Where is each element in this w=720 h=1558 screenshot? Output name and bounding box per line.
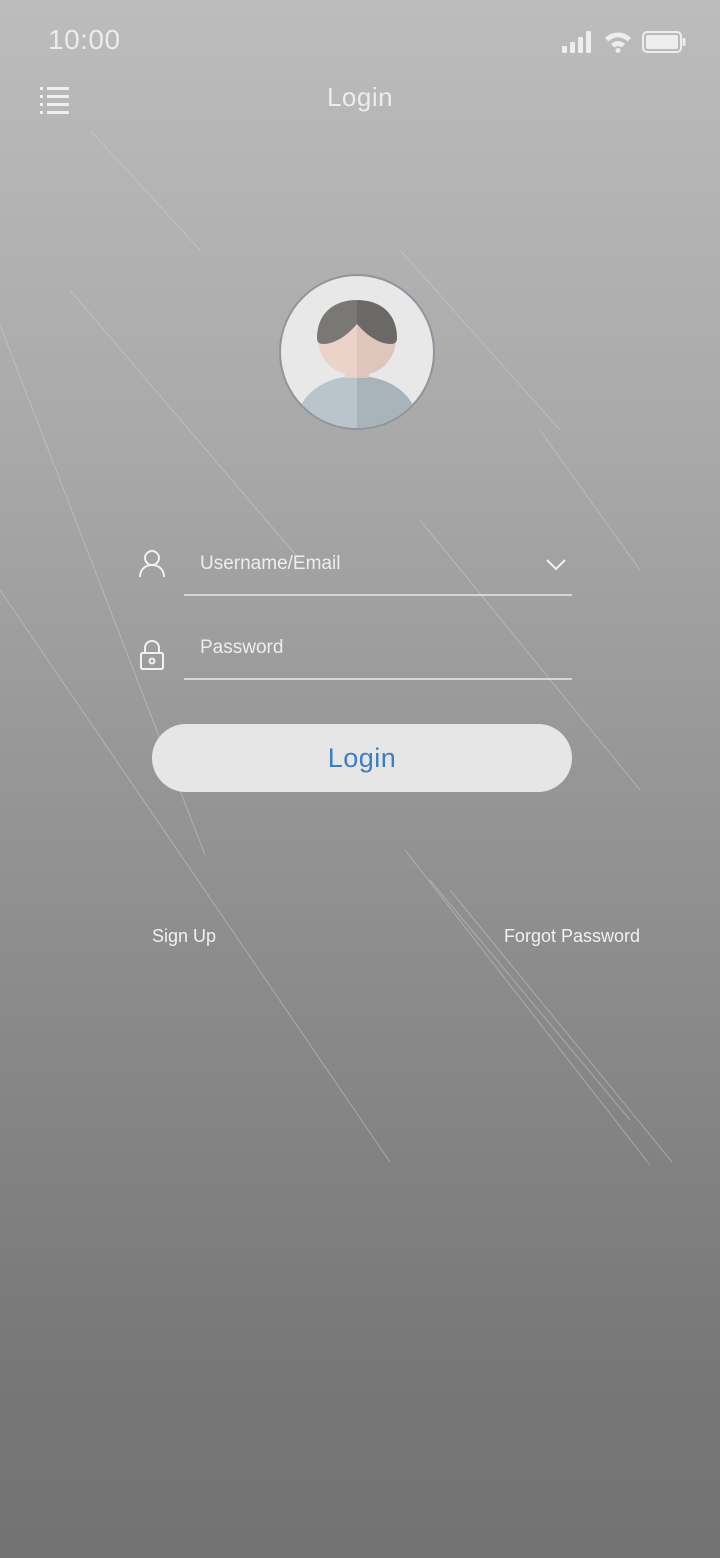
status-icons	[562, 28, 686, 56]
sign-up-link[interactable]: Sign Up	[152, 926, 216, 947]
page-title: Login	[326, 82, 394, 112]
forgot-password-link[interactable]: Forgot Password	[504, 926, 640, 947]
username-input[interactable]	[200, 548, 520, 580]
wifi-icon	[605, 32, 631, 53]
battery-icon	[642, 31, 686, 53]
avatar	[277, 272, 437, 432]
lock-icon	[140, 639, 164, 670]
username-field	[184, 536, 572, 596]
password-input[interactable]	[200, 632, 520, 664]
login-button[interactable]: Login	[152, 724, 572, 792]
default-user-avatar-icon	[279, 274, 435, 430]
user-icon	[139, 550, 165, 578]
chevron-down-icon[interactable]	[542, 550, 570, 578]
cellular-signal-icon	[562, 31, 591, 53]
login-screen: 10:00 Login Username/Email Login Sign Up…	[0, 0, 720, 1558]
status-time: 10:00	[48, 24, 121, 55]
password-field	[184, 620, 572, 680]
